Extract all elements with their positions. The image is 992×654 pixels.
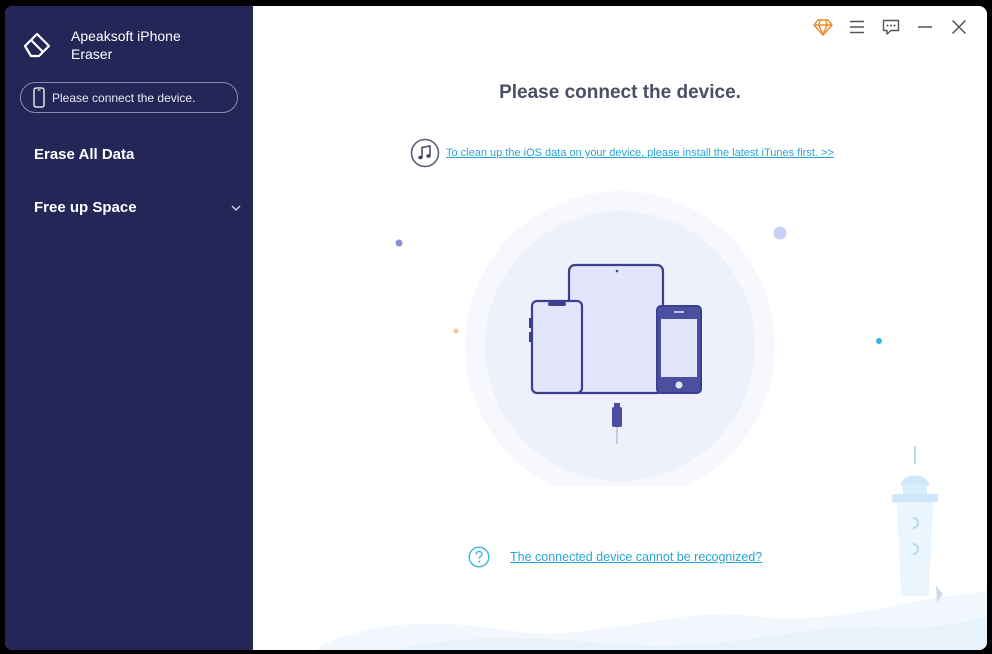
wave-decoration (313, 591, 987, 650)
app-title-line2: Eraser (71, 46, 113, 62)
sidebar-item-free-up-space[interactable]: Free up Space (34, 199, 244, 216)
device-status-text: Please connect the device. (52, 90, 196, 105)
eraser-icon (23, 32, 51, 58)
chevron-down-icon (231, 205, 241, 212)
install-itunes-link[interactable]: To clean up the iOS data on your device,… (446, 147, 834, 159)
window-controls (813, 16, 969, 38)
brand: Apeaksoft iPhone Eraser (21, 26, 201, 63)
app-window: Apeaksoft iPhone Eraser Please connect t… (5, 6, 987, 650)
chat-icon (882, 19, 900, 35)
minimize-button[interactable] (915, 16, 935, 38)
app-title: Apeaksoft iPhone Eraser (71, 27, 201, 63)
itunes-hint: To clean up the iOS data on your device,… (410, 138, 834, 168)
premium-button[interactable] (813, 16, 833, 38)
close-icon (951, 19, 967, 35)
connect-device-illustration (395, 191, 882, 486)
close-button[interactable] (949, 16, 969, 38)
feedback-button[interactable] (881, 16, 901, 38)
sidebar-item-erase-all-data[interactable]: Erase All Data (34, 146, 244, 163)
device-status-pill: Please connect the device. (20, 82, 238, 113)
sidebar: Apeaksoft iPhone Eraser Please connect t… (5, 6, 253, 650)
sidebar-item-label: Erase All Data (34, 146, 135, 163)
minimize-icon (918, 26, 932, 28)
menu-button[interactable] (847, 16, 867, 38)
music-note-icon (410, 138, 440, 168)
page-title: Please connect the device. (499, 82, 741, 103)
lighthouse-illustration (892, 446, 943, 602)
app-title-line1: Apeaksoft iPhone (71, 28, 181, 44)
phone-icon (33, 87, 45, 108)
sidebar-item-label: Free up Space (34, 199, 137, 216)
diamond-icon (813, 19, 833, 36)
hamburger-icon (850, 20, 864, 34)
